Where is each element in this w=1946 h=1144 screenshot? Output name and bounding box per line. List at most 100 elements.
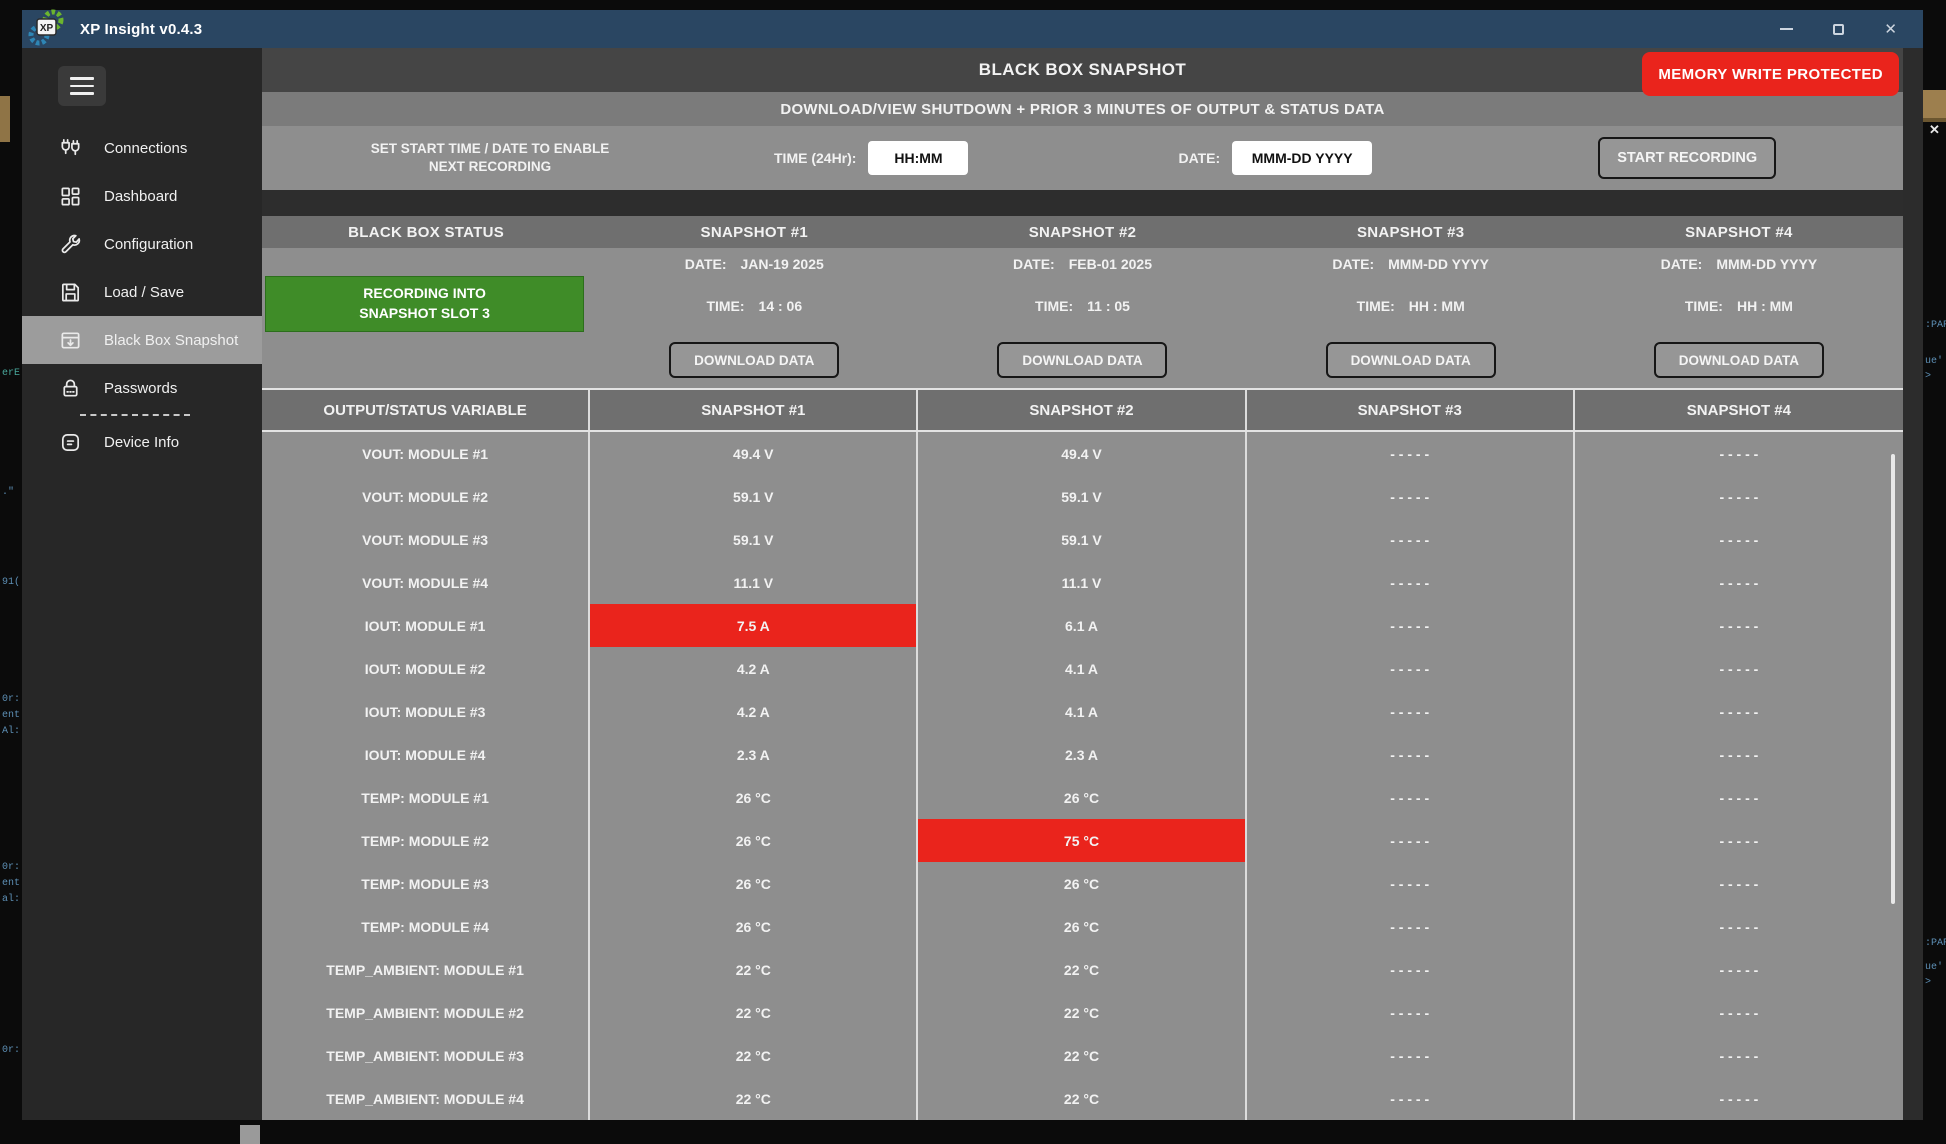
row-value: - - - - -: [1247, 733, 1575, 776]
row-value: - - - - -: [1247, 776, 1575, 819]
row-value: - - - - -: [1247, 1034, 1575, 1077]
row-value: - - - - -: [1575, 1077, 1903, 1120]
row-value: 59.1 V: [590, 518, 918, 561]
desktop: { "window": { "title": "XP Insight v0.4.…: [0, 0, 1946, 1144]
date-value: JAN-19 2025: [741, 256, 824, 272]
row-value: 22 °C: [590, 1034, 918, 1077]
desktop-artifact-left: [0, 96, 10, 142]
row-value-alert: 7.5 A: [590, 604, 918, 647]
sidebar-item-connections[interactable]: Connections: [22, 124, 262, 172]
row-variable: TEMP: MODULE #2: [262, 819, 590, 862]
sidebar-item-dashboard[interactable]: Dashboard: [22, 172, 262, 220]
window-edge: [1903, 48, 1923, 1120]
time-value: HH : MM: [1737, 298, 1793, 314]
page-subtitle: DOWNLOAD/VIEW SHUTDOWN + PRIOR 3 MINUTES…: [262, 92, 1903, 126]
svg-text:XP: XP: [40, 23, 54, 34]
time-value: 11 : 05: [1087, 298, 1130, 314]
row-value: 4.1 A: [918, 690, 1246, 733]
download-cell: DOWNLOAD DATA: [590, 340, 918, 380]
row-value: - - - - -: [1575, 604, 1903, 647]
table-row: TEMP_AMBIENT: MODULE #422 °C22 °C- - - -…: [262, 1077, 1903, 1120]
section-separator: [262, 190, 1903, 216]
status-column-headers: BLACK BOX STATUSSNAPSHOT #1SNAPSHOT #2SN…: [262, 216, 1903, 248]
row-value: - - - - -: [1247, 905, 1575, 948]
row-value: 22 °C: [590, 948, 918, 991]
sidebar-item-passwords[interactable]: Passwords: [22, 364, 262, 412]
table-scrollbar[interactable]: [1891, 454, 1895, 904]
sidebar-item-label: Dashboard: [104, 188, 177, 205]
sidebar-nav: Connections Dashboard Configuration Load / …: [22, 124, 262, 466]
date-value: MMM-DD YYYY: [1388, 256, 1489, 272]
row-variable: TEMP_AMBIENT: MODULE #3: [262, 1034, 590, 1077]
row-value: 11.1 V: [918, 561, 1246, 604]
app-logo-icon: XP: [26, 6, 70, 52]
terminal-text-fragment: :PAR: [1925, 938, 1946, 949]
row-value: 49.4 V: [590, 432, 918, 475]
download-data-button-1[interactable]: DOWNLOAD DATA: [669, 342, 839, 378]
table-row: VOUT: MODULE #359.1 V59.1 V- - - - -- - …: [262, 518, 1903, 561]
row-value: - - - - -: [1575, 991, 1903, 1034]
terminal-text-fragment: ent: [2, 878, 20, 889]
set-start-instruction: SET START TIME / DATE TO ENABLE NEXT REC…: [262, 140, 718, 175]
sidebar-item-label: Device Info: [104, 434, 179, 451]
row-value: - - - - -: [1575, 862, 1903, 905]
terminal-text-fragment: >: [1925, 977, 1931, 988]
snapshot-date: DATE:MMM-DD YYYY: [1247, 256, 1575, 272]
row-value: - - - - -: [1247, 1077, 1575, 1120]
row-variable: IOUT: MODULE #1: [262, 604, 590, 647]
table-row: IOUT: MODULE #17.5 A6.1 A- - - - -- - - …: [262, 604, 1903, 647]
hamburger-menu-icon[interactable]: [58, 66, 106, 106]
row-value: - - - - -: [1575, 690, 1903, 733]
terminal-text-fragment: 0r:: [2, 694, 20, 705]
download-data-button-3[interactable]: DOWNLOAD DATA: [1326, 342, 1496, 378]
time-label: TIME:: [1357, 298, 1395, 314]
download-data-button-2[interactable]: DOWNLOAD DATA: [997, 342, 1167, 378]
date-input[interactable]: [1232, 141, 1372, 175]
row-variable: IOUT: MODULE #2: [262, 647, 590, 690]
minimize-icon[interactable]: [1780, 28, 1793, 30]
sidebar-item-configuration[interactable]: Configuration: [22, 220, 262, 268]
table-row: VOUT: MODULE #149.4 V49.4 V- - - - -- - …: [262, 432, 1903, 475]
row-value: - - - - -: [1575, 819, 1903, 862]
row-value: - - - - -: [1575, 905, 1903, 948]
table-row: TEMP: MODULE #426 °C26 °C- - - - -- - - …: [262, 905, 1903, 948]
row-value: - - - - -: [1247, 561, 1575, 604]
terminal-text-fragment: ue': [1925, 356, 1943, 367]
row-variable: TEMP_AMBIENT: MODULE #1: [262, 948, 590, 991]
time-input[interactable]: [868, 141, 968, 175]
row-value: - - - - -: [1247, 948, 1575, 991]
titlebar[interactable]: XP XP Insight v0.4.3 ✕: [22, 10, 1923, 48]
terminal-text-fragment: 0r:: [2, 862, 20, 873]
table-column-header: SNAPSHOT #3: [1247, 390, 1575, 430]
close-icon[interactable]: ✕: [1884, 22, 1897, 37]
download-buttons-row: DOWNLOAD DATA DOWNLOAD DATA DOWNLOAD DATA D…: [262, 340, 1903, 380]
status-column-header: BLACK BOX STATUS: [262, 216, 590, 248]
download-cell: DOWNLOAD DATA: [1575, 340, 1903, 380]
sidebar-item-device-info[interactable]: Device Info: [22, 418, 262, 466]
sidebar-item-label: Passwords: [104, 380, 177, 397]
row-value: 26 °C: [918, 862, 1246, 905]
date-label: DATE:: [685, 256, 727, 272]
date-value: FEB-01 2025: [1069, 256, 1152, 272]
sidebar-item-black-box-snapshot[interactable]: Black Box Snapshot: [22, 316, 262, 364]
time-label: TIME (24Hr):: [774, 150, 856, 166]
row-value: 22 °C: [918, 991, 1246, 1034]
terminal-text-fragment: :PAR: [1925, 320, 1946, 331]
download-data-button-4[interactable]: DOWNLOAD DATA: [1654, 342, 1824, 378]
row-value: - - - - -: [1575, 1034, 1903, 1077]
maximize-icon[interactable]: [1833, 24, 1844, 35]
row-value: 2.3 A: [918, 733, 1246, 776]
background-close-icon: ✕: [1929, 122, 1940, 138]
row-value: - - - - -: [1247, 647, 1575, 690]
table-row: TEMP: MODULE #326 °C26 °C- - - - -- - - …: [262, 862, 1903, 905]
sidebar-item-label: Configuration: [104, 236, 193, 253]
window-title: XP Insight v0.4.3: [80, 21, 202, 38]
row-value: - - - - -: [1247, 690, 1575, 733]
table-header-row: OUTPUT/STATUS VARIABLESNAPSHOT #1SNAPSHO…: [262, 388, 1903, 432]
sidebar-item-load-save[interactable]: Load / Save: [22, 268, 262, 316]
start-recording-button[interactable]: START RECORDING: [1598, 137, 1776, 179]
snapshot-time: TIME:14 : 06: [590, 298, 918, 314]
row-value: 22 °C: [918, 1077, 1246, 1120]
desktop-artifact-bottom: [240, 1125, 260, 1144]
row-value: - - - - -: [1575, 561, 1903, 604]
